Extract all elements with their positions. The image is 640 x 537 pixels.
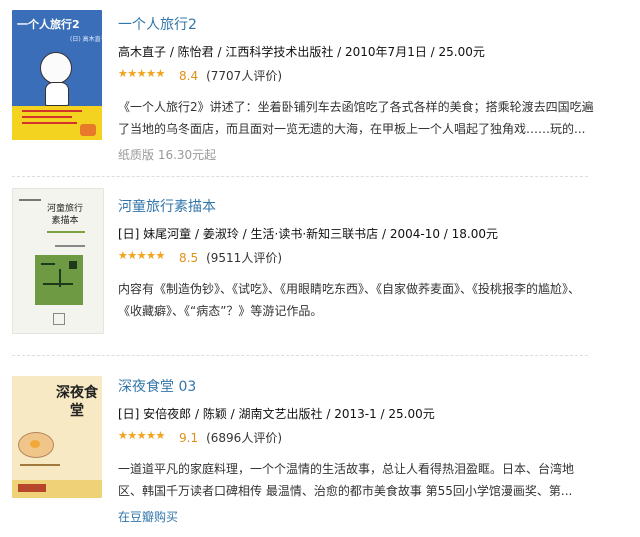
book-publication-info: [日] 妹尾河童 / 姜淑玲 / 生活·读书·新知三联书店 / 2004-10 … xyxy=(118,227,498,241)
star-rating-icon: ★★★★★ ★★★★★ xyxy=(118,67,165,80)
book-title-link[interactable]: 河童旅行素描本 xyxy=(118,198,598,216)
cover-illustration xyxy=(35,255,83,305)
cover-publisher-badge xyxy=(18,484,46,492)
book-description: 内容有《制造伪钞》、《试吃》、《用眼睛吃东西》、《自家做荞麦面》、《投桃报李的尴… xyxy=(118,282,581,318)
rating-votes: (7707人评价) xyxy=(206,69,282,83)
book-description: 一道道平凡的家庭料理，一个个温情的生活故事，总让人看得热泪盈眶。日本、台湾地区、… xyxy=(118,462,575,498)
cover-text-line xyxy=(22,116,72,118)
cover-text-line xyxy=(55,245,85,247)
book-publication-info: [日] 安倍夜郎 / 陈颖 / 湖南文艺出版社 / 2013-1 / 25.00… xyxy=(118,407,435,421)
cover-illustration-egg xyxy=(30,440,40,448)
star-rating-icon: ★★★★★ ★★★★★ xyxy=(118,429,165,442)
book-title-link[interactable]: 深夜食堂 03 xyxy=(118,378,598,396)
rating-score: 8.5 xyxy=(179,251,199,265)
cover-sticker xyxy=(80,124,96,136)
book-description: 《一个人旅行2》讲述了：坐着卧铺列车去函馆吃了各式各样的美食；搭乘轮渡去四国吃遍… xyxy=(118,100,594,136)
rating-row: ★★★★★ ★★★★★ 8.5 (9511人评价) xyxy=(118,249,598,266)
book-title-link[interactable]: 一个人旅行2 xyxy=(118,16,598,34)
book-cover[interactable]: 深夜食堂 xyxy=(12,376,102,498)
book-info: 一个人旅行2 高木直子 / 陈怡君 / 江西科学技术出版社 / 2010年7月1… xyxy=(118,16,598,163)
divider xyxy=(12,176,588,177)
rating-row: ★★★★★ ★★★★★ 9.1 (6896人评价) xyxy=(118,429,598,446)
cover-illustration-body xyxy=(45,82,69,106)
cover-illustration xyxy=(40,52,72,84)
cover-text-line xyxy=(22,110,82,112)
rating-votes: (9511人评价) xyxy=(206,251,282,265)
book-info: 河童旅行素描本 [日] 妹尾河童 / 姜淑玲 / 生活·读书·新知三联书店 / … xyxy=(118,198,598,322)
book-info: 深夜食堂 03 [日] 安倍夜郎 / 陈颖 / 湖南文艺出版社 / 2013-1… xyxy=(118,378,598,525)
rating-score: 8.4 xyxy=(179,69,199,83)
book-publication-info: 高木直子 / 陈怡君 / 江西科学技术出版社 / 2010年7月1日 / 25.… xyxy=(118,45,485,59)
paper-edition-price[interactable]: 纸质版 16.30元起 xyxy=(118,146,598,163)
publisher-logo-icon xyxy=(53,313,65,325)
book-cover[interactable]: 河童旅行素描本 xyxy=(12,188,104,334)
rating-votes: (6896人评价) xyxy=(206,431,282,445)
buy-on-douban-link[interactable]: 在豆瓣购买 xyxy=(118,508,598,525)
star-rating-icon: ★★★★★ ★★★★★ xyxy=(118,249,165,262)
cover-title: 一个人旅行2 xyxy=(17,18,80,31)
cover-text-line xyxy=(47,231,85,233)
book-cover[interactable]: 一个人旅行2 (日) 高木直子 xyxy=(12,10,102,140)
cover-title: 河童旅行素描本 xyxy=(46,204,83,226)
cover-text-line xyxy=(20,464,60,466)
cover-text-line xyxy=(19,199,41,201)
cover-title: 深夜食堂 xyxy=(56,385,98,419)
cover-text-line xyxy=(22,122,77,124)
cover-author: (日) 高木直子 xyxy=(70,36,102,43)
rating-row: ★★★★★ ★★★★★ 8.4 (7707人评价) xyxy=(118,67,598,84)
rating-score: 9.1 xyxy=(179,431,199,445)
divider xyxy=(12,355,588,356)
